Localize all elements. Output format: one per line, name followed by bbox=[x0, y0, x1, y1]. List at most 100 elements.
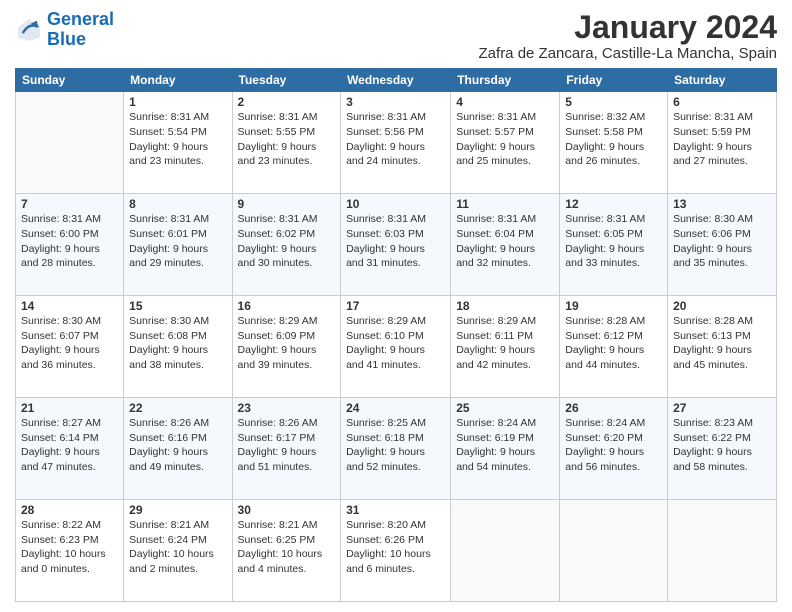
day-number: 21 bbox=[21, 401, 118, 415]
day-info: Sunrise: 8:29 AMSunset: 6:10 PMDaylight:… bbox=[346, 314, 445, 373]
day-info: Sunrise: 8:21 AMSunset: 6:24 PMDaylight:… bbox=[129, 518, 226, 577]
day-number: 28 bbox=[21, 503, 118, 517]
day-info: Sunrise: 8:23 AMSunset: 6:22 PMDaylight:… bbox=[673, 416, 771, 475]
day-info: Sunrise: 8:25 AMSunset: 6:18 PMDaylight:… bbox=[346, 416, 445, 475]
day-number: 10 bbox=[346, 197, 445, 211]
table-row: 28 Sunrise: 8:22 AMSunset: 6:23 PMDaylig… bbox=[16, 500, 124, 602]
day-number: 12 bbox=[565, 197, 662, 211]
table-row: 19 Sunrise: 8:28 AMSunset: 6:12 PMDaylig… bbox=[560, 296, 668, 398]
table-row: 26 Sunrise: 8:24 AMSunset: 6:20 PMDaylig… bbox=[560, 398, 668, 500]
day-info: Sunrise: 8:29 AMSunset: 6:11 PMDaylight:… bbox=[456, 314, 554, 373]
day-number: 9 bbox=[238, 197, 336, 211]
day-number: 15 bbox=[129, 299, 226, 313]
calendar-header-row: Sunday Monday Tuesday Wednesday Thursday… bbox=[16, 69, 777, 92]
table-row: 2 Sunrise: 8:31 AMSunset: 5:55 PMDayligh… bbox=[232, 92, 341, 194]
day-info: Sunrise: 8:30 AMSunset: 6:07 PMDaylight:… bbox=[21, 314, 118, 373]
day-info: Sunrise: 8:31 AMSunset: 5:56 PMDaylight:… bbox=[346, 110, 445, 169]
day-number: 2 bbox=[238, 95, 336, 109]
table-row: 30 Sunrise: 8:21 AMSunset: 6:25 PMDaylig… bbox=[232, 500, 341, 602]
calendar-week-row: 28 Sunrise: 8:22 AMSunset: 6:23 PMDaylig… bbox=[16, 500, 777, 602]
day-info: Sunrise: 8:31 AMSunset: 6:05 PMDaylight:… bbox=[565, 212, 662, 271]
day-info: Sunrise: 8:31 AMSunset: 6:00 PMDaylight:… bbox=[21, 212, 118, 271]
day-number: 16 bbox=[238, 299, 336, 313]
calendar-week-row: 14 Sunrise: 8:30 AMSunset: 6:07 PMDaylig… bbox=[16, 296, 777, 398]
day-number: 27 bbox=[673, 401, 771, 415]
table-row: 17 Sunrise: 8:29 AMSunset: 6:10 PMDaylig… bbox=[341, 296, 451, 398]
col-wednesday: Wednesday bbox=[341, 69, 451, 92]
day-number: 26 bbox=[565, 401, 662, 415]
col-thursday: Thursday bbox=[451, 69, 560, 92]
table-row bbox=[16, 92, 124, 194]
day-number: 1 bbox=[129, 95, 226, 109]
day-info: Sunrise: 8:31 AMSunset: 5:57 PMDaylight:… bbox=[456, 110, 554, 169]
logo-icon bbox=[15, 16, 43, 44]
calendar-week-row: 7 Sunrise: 8:31 AMSunset: 6:00 PMDayligh… bbox=[16, 194, 777, 296]
logo: General Blue bbox=[15, 10, 114, 50]
day-number: 22 bbox=[129, 401, 226, 415]
day-number: 8 bbox=[129, 197, 226, 211]
day-number: 14 bbox=[21, 299, 118, 313]
table-row: 12 Sunrise: 8:31 AMSunset: 6:05 PMDaylig… bbox=[560, 194, 668, 296]
day-number: 18 bbox=[456, 299, 554, 313]
col-sunday: Sunday bbox=[16, 69, 124, 92]
day-number: 7 bbox=[21, 197, 118, 211]
table-row: 6 Sunrise: 8:31 AMSunset: 5:59 PMDayligh… bbox=[668, 92, 777, 194]
col-friday: Friday bbox=[560, 69, 668, 92]
logo-line2: Blue bbox=[47, 29, 86, 49]
day-info: Sunrise: 8:27 AMSunset: 6:14 PMDaylight:… bbox=[21, 416, 118, 475]
day-info: Sunrise: 8:22 AMSunset: 6:23 PMDaylight:… bbox=[21, 518, 118, 577]
day-info: Sunrise: 8:30 AMSunset: 6:06 PMDaylight:… bbox=[673, 212, 771, 271]
day-info: Sunrise: 8:31 AMSunset: 6:01 PMDaylight:… bbox=[129, 212, 226, 271]
day-info: Sunrise: 8:26 AMSunset: 6:17 PMDaylight:… bbox=[238, 416, 336, 475]
table-row: 8 Sunrise: 8:31 AMSunset: 6:01 PMDayligh… bbox=[124, 194, 232, 296]
day-number: 19 bbox=[565, 299, 662, 313]
table-row: 18 Sunrise: 8:29 AMSunset: 6:11 PMDaylig… bbox=[451, 296, 560, 398]
day-info: Sunrise: 8:31 AMSunset: 5:59 PMDaylight:… bbox=[673, 110, 771, 169]
day-number: 6 bbox=[673, 95, 771, 109]
day-info: Sunrise: 8:24 AMSunset: 6:20 PMDaylight:… bbox=[565, 416, 662, 475]
day-number: 25 bbox=[456, 401, 554, 415]
table-row: 22 Sunrise: 8:26 AMSunset: 6:16 PMDaylig… bbox=[124, 398, 232, 500]
table-row: 1 Sunrise: 8:31 AMSunset: 5:54 PMDayligh… bbox=[124, 92, 232, 194]
day-info: Sunrise: 8:31 AMSunset: 6:04 PMDaylight:… bbox=[456, 212, 554, 271]
day-info: Sunrise: 8:24 AMSunset: 6:19 PMDaylight:… bbox=[456, 416, 554, 475]
table-row: 7 Sunrise: 8:31 AMSunset: 6:00 PMDayligh… bbox=[16, 194, 124, 296]
table-row: 20 Sunrise: 8:28 AMSunset: 6:13 PMDaylig… bbox=[668, 296, 777, 398]
day-info: Sunrise: 8:31 AMSunset: 5:54 PMDaylight:… bbox=[129, 110, 226, 169]
table-row: 25 Sunrise: 8:24 AMSunset: 6:19 PMDaylig… bbox=[451, 398, 560, 500]
day-number: 13 bbox=[673, 197, 771, 211]
col-tuesday: Tuesday bbox=[232, 69, 341, 92]
table-row: 16 Sunrise: 8:29 AMSunset: 6:09 PMDaylig… bbox=[232, 296, 341, 398]
table-row bbox=[560, 500, 668, 602]
col-monday: Monday bbox=[124, 69, 232, 92]
subtitle: Zafra de Zancara, Castille-La Mancha, Sp… bbox=[479, 45, 777, 62]
table-row: 29 Sunrise: 8:21 AMSunset: 6:24 PMDaylig… bbox=[124, 500, 232, 602]
day-number: 24 bbox=[346, 401, 445, 415]
day-info: Sunrise: 8:31 AMSunset: 6:03 PMDaylight:… bbox=[346, 212, 445, 271]
calendar-week-row: 21 Sunrise: 8:27 AMSunset: 6:14 PMDaylig… bbox=[16, 398, 777, 500]
table-row: 15 Sunrise: 8:30 AMSunset: 6:08 PMDaylig… bbox=[124, 296, 232, 398]
logo-text: General Blue bbox=[47, 10, 114, 50]
col-saturday: Saturday bbox=[668, 69, 777, 92]
day-number: 17 bbox=[346, 299, 445, 313]
day-number: 20 bbox=[673, 299, 771, 313]
day-info: Sunrise: 8:31 AMSunset: 5:55 PMDaylight:… bbox=[238, 110, 336, 169]
day-info: Sunrise: 8:30 AMSunset: 6:08 PMDaylight:… bbox=[129, 314, 226, 373]
day-info: Sunrise: 8:28 AMSunset: 6:13 PMDaylight:… bbox=[673, 314, 771, 373]
day-number: 5 bbox=[565, 95, 662, 109]
day-number: 29 bbox=[129, 503, 226, 517]
table-row: 3 Sunrise: 8:31 AMSunset: 5:56 PMDayligh… bbox=[341, 92, 451, 194]
table-row: 10 Sunrise: 8:31 AMSunset: 6:03 PMDaylig… bbox=[341, 194, 451, 296]
table-row: 4 Sunrise: 8:31 AMSunset: 5:57 PMDayligh… bbox=[451, 92, 560, 194]
table-row: 27 Sunrise: 8:23 AMSunset: 6:22 PMDaylig… bbox=[668, 398, 777, 500]
day-info: Sunrise: 8:21 AMSunset: 6:25 PMDaylight:… bbox=[238, 518, 336, 577]
day-number: 4 bbox=[456, 95, 554, 109]
table-row: 31 Sunrise: 8:20 AMSunset: 6:26 PMDaylig… bbox=[341, 500, 451, 602]
page: General Blue January 2024 Zafra de Zanca… bbox=[0, 0, 792, 612]
table-row: 23 Sunrise: 8:26 AMSunset: 6:17 PMDaylig… bbox=[232, 398, 341, 500]
logo-line1: General bbox=[47, 9, 114, 29]
table-row: 11 Sunrise: 8:31 AMSunset: 6:04 PMDaylig… bbox=[451, 194, 560, 296]
day-number: 30 bbox=[238, 503, 336, 517]
day-info: Sunrise: 8:26 AMSunset: 6:16 PMDaylight:… bbox=[129, 416, 226, 475]
day-number: 23 bbox=[238, 401, 336, 415]
